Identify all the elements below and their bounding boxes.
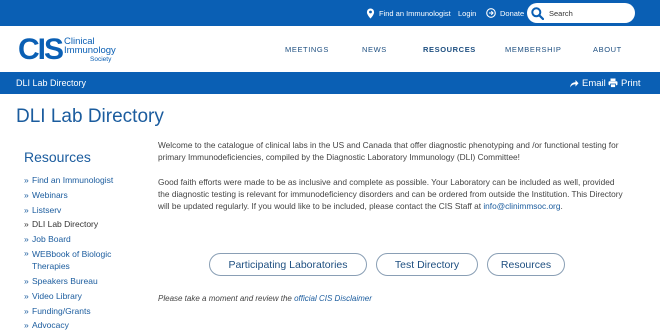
logo-line-2: Immunology xyxy=(64,44,116,56)
search-box xyxy=(527,3,635,23)
sidebar-item-listserv[interactable]: Listserv xyxy=(24,203,144,218)
nav-meetings[interactable]: MEETINGS xyxy=(285,26,329,72)
utility-bar: Find an Immunologist Login Donate xyxy=(0,0,660,26)
print-label: Print xyxy=(621,77,641,89)
sidebar-item-webinars[interactable]: Webinars xyxy=(24,188,144,203)
search-icon[interactable] xyxy=(531,6,544,20)
breadcrumb: DLI Lab Directory xyxy=(16,78,87,88)
body-end: . xyxy=(560,201,563,212)
donate-label: Donate xyxy=(500,8,525,18)
nav-about[interactable]: ABOUT xyxy=(593,26,622,72)
email-button[interactable]: Email xyxy=(569,72,606,94)
arrow-circle-icon xyxy=(486,8,496,18)
breadcrumb-bar: DLI Lab Directory Email Print xyxy=(0,72,660,94)
page-title: DLI Lab Directory xyxy=(16,106,164,127)
logo-line-3: Society xyxy=(90,55,112,63)
participating-laboratories-button[interactable]: Participating Laboratories xyxy=(209,253,367,276)
sidebar-title: Resources xyxy=(24,149,91,165)
sidebar-item-job-board[interactable]: Job Board xyxy=(24,232,144,247)
site-header: CIS Clinical Immunology Society MEETINGS… xyxy=(0,26,660,72)
disclaimer-prefix: Please take a moment and review the xyxy=(158,294,295,303)
email-label: Email xyxy=(582,77,606,89)
donate-link[interactable]: Donate xyxy=(486,0,524,26)
location-pin-icon xyxy=(366,8,375,18)
email-link[interactable]: info@clinimmsoc.org xyxy=(483,201,560,211)
cis-logo[interactable]: CIS Clinical Immunology Society xyxy=(18,35,116,65)
intro-paragraph: Welcome to the catalogue of clinical lab… xyxy=(158,140,619,163)
find-immunologist-link[interactable]: Find an Immunologist xyxy=(366,0,451,26)
print-button[interactable]: Print xyxy=(608,72,641,94)
logo-text: Clinical Immunology Society xyxy=(64,36,116,64)
main-content: Welcome to the catalogue of clinical lab… xyxy=(158,139,624,224)
logo-mark: CIS xyxy=(18,33,64,66)
login-link[interactable]: Login xyxy=(458,0,476,26)
sidebar-item-advocacy[interactable]: Advocacy xyxy=(24,318,144,330)
test-directory-button[interactable]: Test Directory xyxy=(376,253,478,276)
printer-icon xyxy=(608,78,618,88)
find-immunologist-label: Find an Immunologist xyxy=(379,8,451,18)
disclaimer-link[interactable]: official CIS Disclaimer xyxy=(294,294,372,303)
sidebar-item-speakers-bureau[interactable]: Speakers Bureau xyxy=(24,274,144,289)
sidebar-nav: Find an Immunologist Webinars Listserv D… xyxy=(24,173,144,330)
disclaimer-note: Please take a moment and review the offi… xyxy=(158,294,372,303)
search-input[interactable] xyxy=(549,8,629,18)
sidebar-item-find-immunologist[interactable]: Find an Immunologist xyxy=(24,173,144,188)
share-arrow-icon xyxy=(570,79,579,87)
sidebar-item-webbook[interactable]: WEBbook of Biologic Therapies xyxy=(24,247,144,272)
nav-membership[interactable]: MEMBERSHIP xyxy=(505,26,561,72)
nav-news[interactable]: NEWS xyxy=(362,26,387,72)
body-paragraph: Good faith efforts were made to be as in… xyxy=(158,176,624,213)
sidebar-item-funding-grants[interactable]: Funding/Grants xyxy=(24,304,144,319)
resources-button[interactable]: Resources xyxy=(487,253,565,276)
nav-resources[interactable]: RESOURCES xyxy=(423,26,476,72)
sidebar-item-dli-lab-directory[interactable]: DLI Lab Directory xyxy=(24,217,144,232)
sidebar-item-video-library[interactable]: Video Library xyxy=(24,289,144,304)
login-label: Login xyxy=(458,8,477,18)
